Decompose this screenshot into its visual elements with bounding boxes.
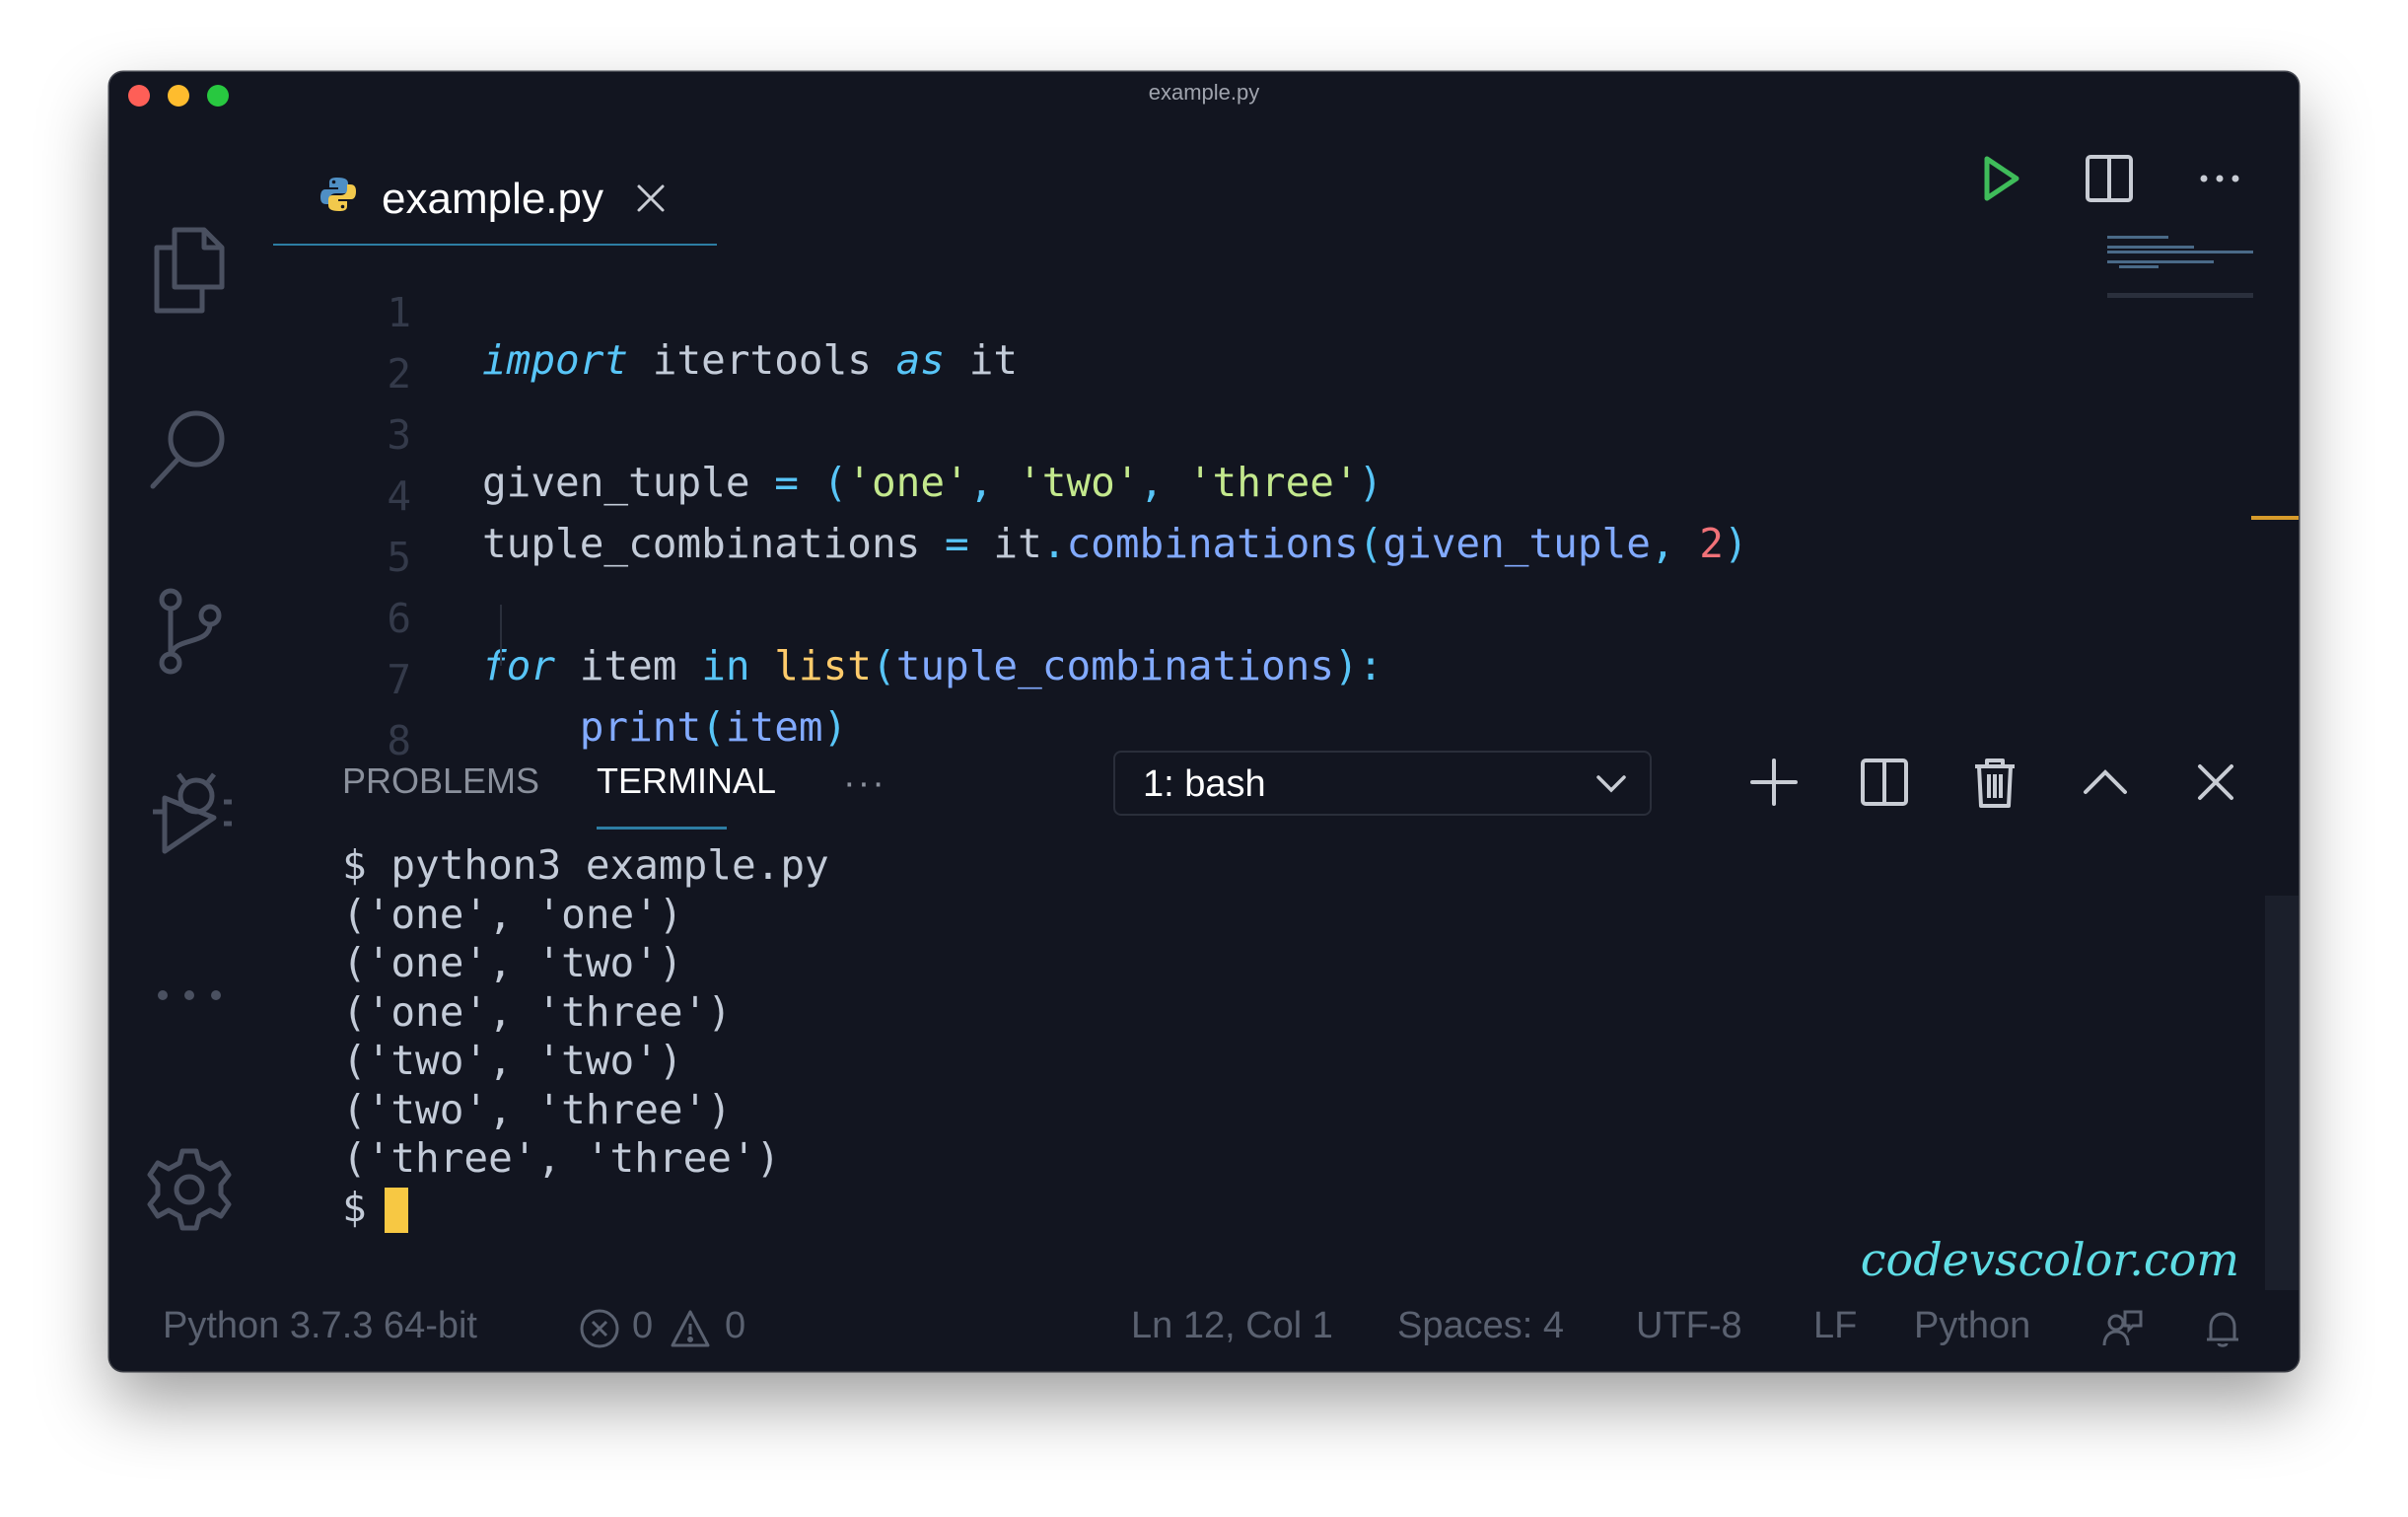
status-warnings[interactable]: 0 bbox=[725, 1305, 745, 1347]
panel-more-icon[interactable]: ··· bbox=[843, 762, 886, 805]
status-eol[interactable]: LF bbox=[1813, 1305, 1857, 1347]
activity-bar bbox=[109, 117, 273, 1284]
feedback-icon[interactable] bbox=[2101, 1308, 2143, 1349]
code-line: 8 bbox=[273, 670, 419, 764]
terminal-prompt: $ bbox=[342, 1183, 367, 1231]
terminal-line: ('one', 'three') bbox=[342, 987, 732, 1036]
terminal-select-value: 1: bash bbox=[1143, 763, 1266, 805]
terminal-cursor bbox=[384, 1187, 408, 1233]
status-interpreter[interactable]: Python 3.7.3 64-bit bbox=[163, 1305, 477, 1347]
status-bar: Python 3.7.3 64-bit 0 0 Ln 12, Col 1 Spa… bbox=[109, 1286, 2299, 1371]
close-panel-icon[interactable] bbox=[2188, 755, 2243, 810]
error-icon bbox=[579, 1308, 620, 1349]
terminal-line: ('one', 'two') bbox=[342, 939, 683, 986]
title-bar: example.py bbox=[109, 72, 2299, 117]
tab-example-py[interactable]: example.py bbox=[273, 139, 717, 246]
minimap[interactable] bbox=[2105, 234, 2253, 313]
split-terminal-icon[interactable] bbox=[1857, 755, 1912, 810]
active-tab-indicator bbox=[597, 827, 727, 830]
terminal-select[interactable]: 1: bash bbox=[1113, 751, 1652, 816]
status-encoding[interactable]: UTF-8 bbox=[1636, 1305, 1742, 1347]
terminal-line: ('one', 'one') bbox=[342, 890, 683, 938]
terminal-prompt-line: $ bbox=[342, 1184, 829, 1233]
source-control-icon[interactable] bbox=[145, 586, 234, 675]
split-editor-icon[interactable] bbox=[2080, 149, 2139, 208]
brand-watermark: codevscolor.com bbox=[1860, 1233, 2239, 1286]
window-title: example.py bbox=[1148, 80, 1260, 105]
explorer-icon[interactable] bbox=[145, 226, 234, 315]
editor-window: example.py example.py 1 import itertools… bbox=[109, 72, 2299, 1371]
code-line: 7 print(item) bbox=[273, 609, 847, 751]
code-line: 2 bbox=[273, 303, 419, 397]
chevron-down-icon bbox=[1594, 768, 1628, 798]
tab-label: example.py bbox=[382, 175, 604, 223]
search-icon[interactable] bbox=[145, 403, 234, 492]
terminal-line: ('two', 'three') bbox=[342, 1085, 732, 1133]
code-line: 5 bbox=[273, 486, 419, 581]
indent-guide bbox=[500, 605, 502, 666]
code-line: 4 tuple_combinations = it.combinations(g… bbox=[273, 425, 1747, 567]
close-icon[interactable] bbox=[633, 181, 669, 216]
debug-icon[interactable] bbox=[145, 768, 234, 857]
terminal-line: $ python3 example.py bbox=[342, 841, 829, 889]
bell-icon[interactable] bbox=[2202, 1308, 2243, 1349]
terminal-line: ('two', 'two') bbox=[342, 1037, 683, 1084]
status-errors[interactable]: 0 bbox=[632, 1305, 653, 1347]
tab-problems[interactable]: PROBLEMS bbox=[342, 760, 539, 802]
overview-ruler-marker bbox=[2251, 516, 2299, 520]
terminal-scrollbar[interactable] bbox=[2265, 896, 2299, 1290]
more-icon[interactable] bbox=[145, 951, 234, 1040]
code-line: 1 import itertools as it bbox=[273, 242, 1018, 384]
settings-icon[interactable] bbox=[145, 1145, 234, 1234]
more-actions-icon[interactable] bbox=[2190, 149, 2249, 208]
trash-icon[interactable] bbox=[1967, 755, 2022, 810]
add-terminal-icon[interactable] bbox=[1746, 755, 1802, 810]
status-cursor-position[interactable]: Ln 12, Col 1 bbox=[1131, 1305, 1333, 1347]
code-editor[interactable]: 1 import itertools as it 2 3 given_tuple… bbox=[273, 242, 2239, 764]
run-icon[interactable] bbox=[1969, 149, 2028, 208]
line-number: 8 bbox=[387, 717, 411, 764]
terminal-output[interactable]: $ python3 example.py ('one', 'one') ('on… bbox=[342, 841, 829, 1233]
code-line: 3 given_tuple = ('one', 'two', 'three') bbox=[273, 364, 1382, 506]
python-file-icon bbox=[319, 175, 358, 214]
status-indentation[interactable]: Spaces: 4 bbox=[1397, 1305, 1564, 1347]
maximize-panel-icon[interactable] bbox=[2078, 755, 2133, 810]
terminal-line: ('three', 'three') bbox=[342, 1134, 781, 1182]
code-line: 6 for item in list(tuple_combinations): bbox=[273, 547, 1382, 689]
status-language[interactable]: Python bbox=[1914, 1305, 2030, 1347]
warning-icon bbox=[670, 1308, 711, 1349]
tab-terminal[interactable]: TERMINAL bbox=[597, 760, 776, 802]
